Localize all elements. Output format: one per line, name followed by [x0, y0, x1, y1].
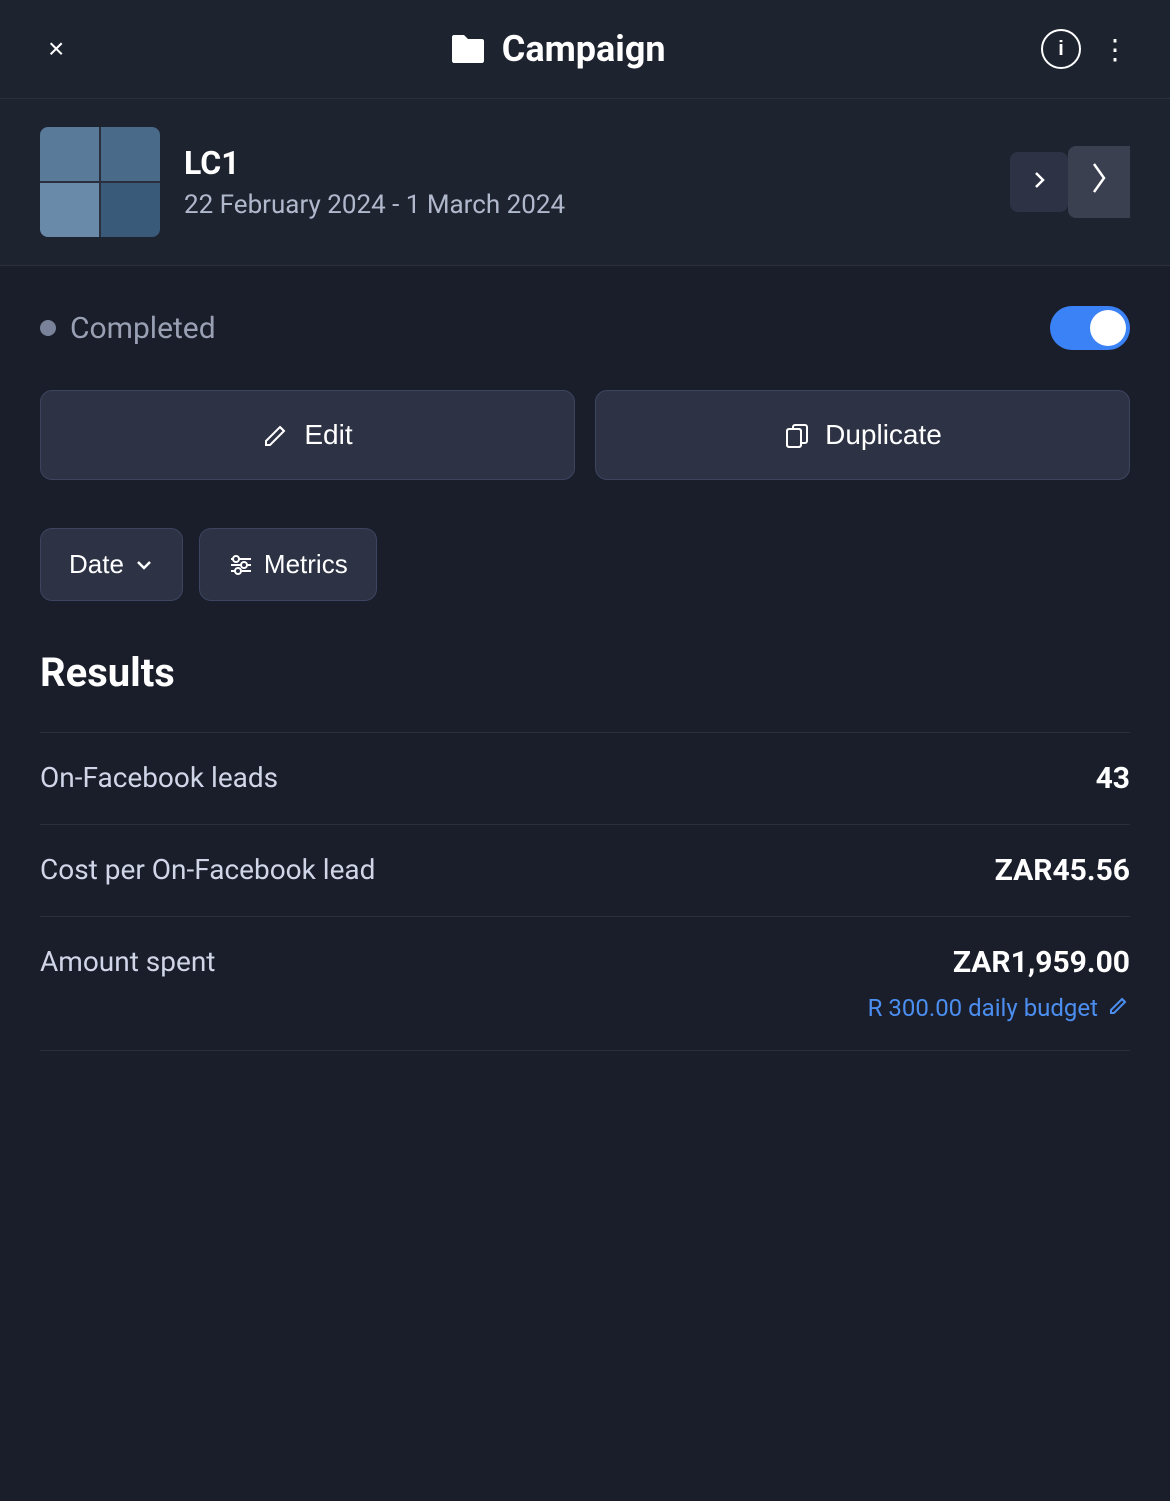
header-center: Campaign [72, 28, 1041, 70]
result-value-cost: ZAR45.56 [995, 853, 1130, 888]
date-filter-button[interactable]: Date [40, 528, 183, 601]
folder-icon [448, 31, 488, 67]
campaign-thumbnail [40, 127, 160, 237]
header: × Campaign i ⋮ [0, 0, 1170, 99]
duplicate-label: Duplicate [825, 419, 942, 451]
edit-button[interactable]: Edit [40, 390, 575, 480]
campaign-card: LC1 22 February 2024 - 1 March 2024 [0, 99, 1170, 266]
header-title: Campaign [502, 28, 666, 70]
status-dot [40, 320, 56, 336]
status-label: Completed [70, 311, 216, 346]
header-right: i ⋮ [1041, 29, 1130, 69]
budget-text: R 300.00 daily budget [868, 994, 1098, 1022]
edit-label: Edit [304, 419, 352, 451]
nav-forward-button[interactable] [1010, 152, 1068, 212]
result-row-spent: Amount spent ZAR1,959.00 R 300.00 daily … [40, 917, 1130, 1051]
status-toggle[interactable] [1050, 306, 1130, 350]
result-row-cost: Cost per On-Facebook lead ZAR45.56 [40, 825, 1130, 917]
toggle-knob [1090, 310, 1126, 346]
result-label-cost: Cost per On-Facebook lead [40, 853, 995, 886]
result-label-leads: On-Facebook leads [40, 761, 1096, 794]
main-content: Completed Edit Duplicate D [0, 266, 1170, 1091]
info-button[interactable]: i [1041, 29, 1081, 69]
result-label-spent: Amount spent [40, 945, 953, 978]
status-row: Completed [40, 306, 1130, 350]
thumb-cell-1 [40, 127, 99, 181]
nav-chevron-button[interactable] [1068, 146, 1130, 218]
result-value-spent: ZAR1,959.00 [953, 945, 1130, 980]
edit-budget-icon[interactable] [1108, 994, 1130, 1022]
metrics-filter-button[interactable]: Metrics [199, 528, 377, 601]
status-left: Completed [40, 311, 216, 346]
nav-arrows [1010, 146, 1130, 218]
campaign-info: LC1 22 February 2024 - 1 March 2024 [184, 144, 986, 220]
more-options-button[interactable]: ⋮ [1101, 33, 1130, 66]
results-section: Results On-Facebook leads 43 Cost per On… [40, 649, 1130, 1051]
budget-note: R 300.00 daily budget [40, 994, 1130, 1022]
thumb-cell-2 [101, 127, 160, 181]
close-button[interactable]: × [40, 31, 72, 67]
filter-buttons: Date Metrics [40, 528, 1130, 601]
metrics-label: Metrics [264, 549, 348, 580]
thumb-cell-3 [40, 183, 99, 237]
header-left: × [40, 31, 72, 67]
campaign-name: LC1 [184, 144, 986, 182]
date-label: Date [69, 549, 124, 580]
thumb-cell-4 [101, 183, 160, 237]
results-table: On-Facebook leads 43 Cost per On-Faceboo… [40, 732, 1130, 1051]
result-value-leads: 43 [1096, 761, 1130, 796]
action-buttons: Edit Duplicate [40, 390, 1130, 480]
campaign-dates: 22 February 2024 - 1 March 2024 [184, 190, 986, 220]
result-row-leads: On-Facebook leads 43 [40, 732, 1130, 825]
toggle-wrap [1050, 306, 1130, 350]
duplicate-button[interactable]: Duplicate [595, 390, 1130, 480]
results-title: Results [40, 649, 1130, 696]
